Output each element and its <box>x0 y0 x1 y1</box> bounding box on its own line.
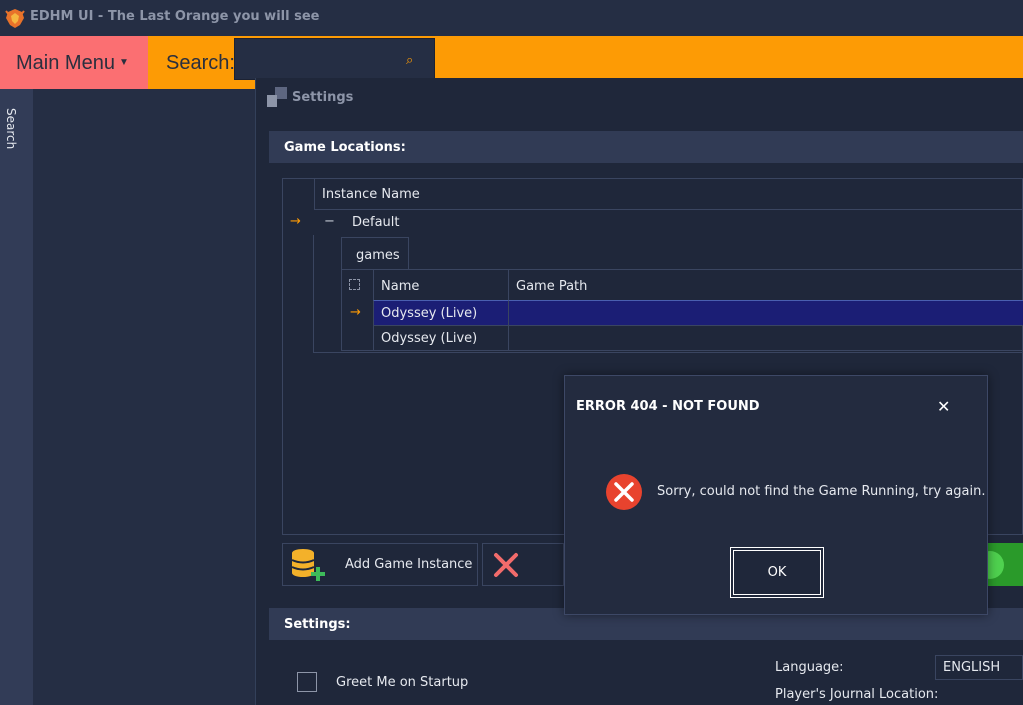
game-locations-header: Game Locations: <box>269 131 1023 163</box>
database-add-icon <box>291 549 325 581</box>
settings-window-icon <box>267 87 287 107</box>
select-all-icon[interactable] <box>349 279 360 290</box>
column-header-instance-name[interactable]: Instance Name <box>314 179 1023 210</box>
table-row-path[interactable] <box>508 300 1023 325</box>
game-locations-title: Game Locations: <box>284 140 406 155</box>
table-row-name[interactable]: Odyssey (Live) <box>373 325 508 350</box>
caret-down-icon: ▼ <box>118 57 129 68</box>
add-game-instance-label: Add Game Instance <box>345 557 473 572</box>
table-row-path[interactable] <box>508 325 1023 350</box>
main-menu-label: Main Menu <box>16 52 115 74</box>
current-row-arrow-icon: → <box>290 214 301 229</box>
dialog-title: ERROR 404 - NOT FOUND <box>576 399 760 414</box>
table-row-name[interactable]: Odyssey (Live) <box>373 300 508 325</box>
main-menu-button[interactable]: Main Menu ▼ <box>0 36 148 89</box>
selected-row-arrow-icon: → <box>350 305 361 320</box>
greet-label: Greet Me on Startup <box>336 675 469 690</box>
error-dialog: ERROR 404 - NOT FOUND ✕ Sorry, could not… <box>564 375 988 615</box>
ok-button[interactable]: OK <box>730 547 824 598</box>
collapse-icon[interactable]: − <box>324 214 335 229</box>
tab-games[interactable]: games <box>341 237 409 270</box>
settings-title: Settings <box>292 90 354 105</box>
greet-checkbox[interactable] <box>297 672 317 692</box>
close-icon[interactable]: ✕ <box>937 397 950 416</box>
side-search-tab[interactable]: Search <box>4 108 18 149</box>
settings-panel-title: Settings: <box>284 617 351 632</box>
search-label: Search: <box>166 52 235 74</box>
column-header-game-path[interactable]: Game Path <box>508 270 1023 301</box>
delete-x-icon <box>494 553 518 577</box>
title-bar: EDHM UI - The Last Orange you will see <box>0 0 1023 36</box>
app-title: EDHM UI - The Last Orange you will see <box>30 9 320 24</box>
remove-instance-button[interactable] <box>482 543 564 586</box>
side-panel-strip <box>0 89 33 705</box>
instance-row-default[interactable]: Default <box>352 215 400 230</box>
search-input[interactable] <box>234 38 435 80</box>
dialog-message: Sorry, could not find the Game Running, … <box>657 484 986 499</box>
journal-location-label: Player's Journal Location: <box>775 687 939 702</box>
error-icon <box>606 474 642 510</box>
magnifier-icon[interactable]: ⌕ <box>406 53 413 68</box>
app-logo-icon <box>5 9 25 28</box>
language-label: Language: <box>775 660 844 675</box>
language-select[interactable]: ENGLISH <box>935 655 1023 680</box>
column-header-name[interactable]: Name <box>373 270 508 301</box>
